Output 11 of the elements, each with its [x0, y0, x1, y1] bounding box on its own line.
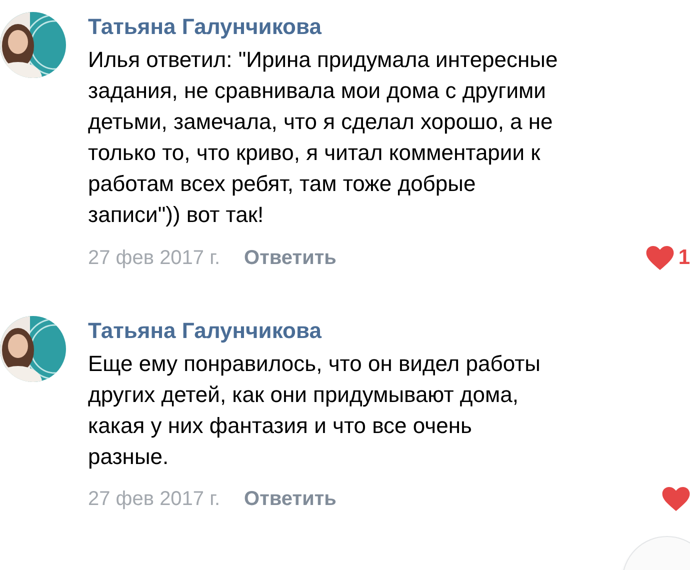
comment-text: Еще ему понравилось, что он видел работы других детей, как они придумывают дома, какая у них фантазия и что все очень разные.	[88, 350, 542, 471]
comment-date: 27 фев 2017 г.	[88, 486, 220, 512]
reply-link[interactable]: Ответить	[244, 484, 336, 514]
comment-date: 27 фев 2017 г.	[88, 246, 220, 271]
heart-icon[interactable]	[662, 486, 690, 510]
reply-link[interactable]: Ответить	[244, 242, 336, 273]
author-name[interactable]: Татьяна Галунчикова	[88, 12, 322, 42]
comment-text: Илья ответил: "Ирина придумала интересные задания, не сравнивала мои дома с другими детьми, замечала, что я сделал хорошо, а не только то, что криво, я читал комментарии к работам всех ребят, там тоже добрые записи")) вот так!	[88, 46, 558, 229]
heart-icon[interactable]	[646, 246, 674, 270]
like-count: 1	[678, 245, 690, 271]
author-name[interactable]: Татьяна Галунчикова	[88, 316, 322, 346]
